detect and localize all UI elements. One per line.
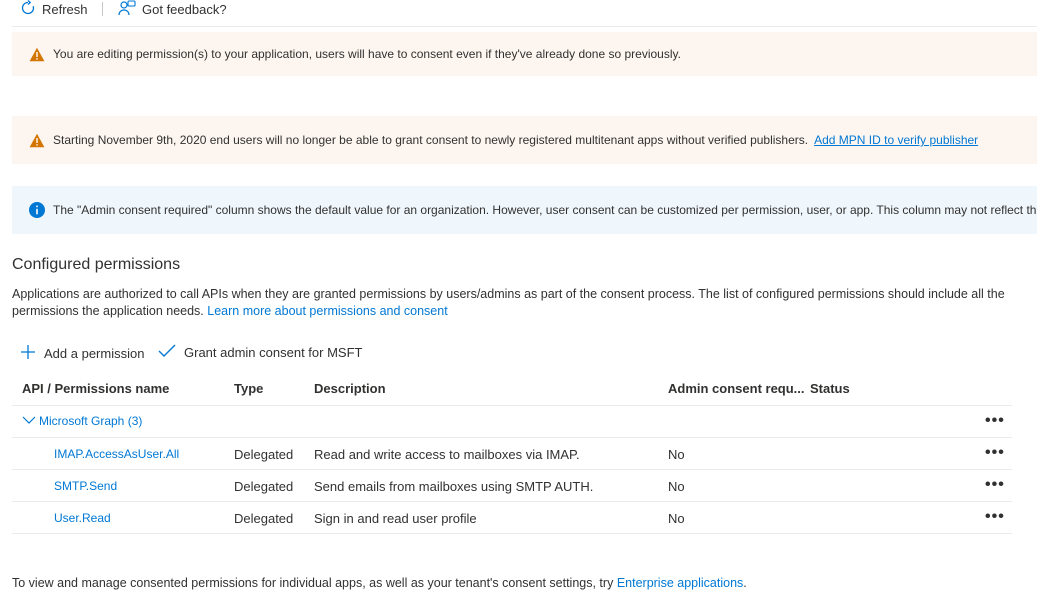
toolbar-divider	[102, 2, 103, 16]
info-icon	[29, 202, 45, 218]
warning-icon	[29, 47, 45, 62]
editing-warning-banner: You are editing permission(s) to your ap…	[12, 32, 1037, 76]
column-header-api[interactable]: API / Permissions name	[22, 381, 169, 396]
info-text: The "Admin consent required" column show…	[53, 203, 1037, 217]
grant-admin-consent-label: Grant admin consent for MSFT	[184, 345, 363, 360]
permission-name-link[interactable]: IMAP.AccessAsUser.All	[54, 447, 179, 461]
row-divider	[12, 533, 1012, 534]
more-options-icon[interactable]: •••	[985, 413, 1005, 429]
add-permission-label: Add a permission	[44, 346, 145, 361]
column-header-admin-consent[interactable]: Admin consent requ...	[668, 381, 805, 396]
admin-consent-value: No	[668, 511, 685, 526]
refresh-icon	[20, 0, 36, 19]
checkmark-icon	[158, 344, 176, 361]
add-permission-button[interactable]: Add a permission	[20, 344, 144, 363]
row-divider	[12, 501, 1012, 502]
refresh-label: Refresh	[42, 2, 88, 17]
admin-consent-value: No	[668, 479, 685, 494]
row-divider	[12, 469, 1012, 470]
column-header-status[interactable]: Status	[810, 381, 850, 396]
more-options-icon[interactable]: •••	[985, 445, 1005, 461]
footer-text: To view and manage consented permissions…	[12, 576, 614, 590]
feedback-label: Got feedback?	[142, 2, 227, 17]
permission-type: Delegated	[234, 447, 294, 462]
more-options-icon[interactable]: •••	[985, 477, 1005, 493]
permission-name-link[interactable]: User.Read	[54, 511, 111, 525]
section-description: Applications are authorized to call APIs…	[12, 286, 1012, 320]
toolbar-divider-line	[12, 26, 1037, 27]
publisher-warning-banner: Starting November 9th, 2020 end users wi…	[12, 116, 1037, 164]
add-mpn-id-link[interactable]: Add MPN ID to verify publisher	[814, 133, 978, 147]
admin-consent-value: No	[668, 447, 685, 462]
more-options-icon[interactable]: •••	[985, 509, 1005, 525]
column-header-description[interactable]: Description	[314, 381, 386, 396]
section-description-text: Applications are authorized to call APIs…	[12, 287, 1005, 318]
permission-description: Sign in and read user profile	[314, 511, 477, 526]
section-title: Configured permissions	[12, 256, 181, 273]
header-divider	[12, 405, 1012, 406]
permission-type: Delegated	[234, 479, 294, 494]
row-divider	[12, 437, 1012, 438]
footer-period: .	[743, 576, 747, 590]
plus-icon	[20, 344, 36, 363]
permission-name-link[interactable]: SMTP.Send	[54, 479, 117, 493]
enterprise-applications-link[interactable]: Enterprise applications	[617, 576, 743, 590]
refresh-button[interactable]: Refresh	[20, 0, 88, 19]
warning-icon	[29, 133, 45, 148]
chevron-down-icon	[22, 414, 36, 428]
permission-description: Send emails from mailboxes using SMTP AU…	[314, 479, 594, 494]
column-header-type[interactable]: Type	[234, 381, 263, 396]
permission-description: Read and write access to mailboxes via I…	[314, 447, 580, 462]
group-label: Microsoft Graph (3)	[39, 414, 143, 428]
permission-type: Delegated	[234, 511, 294, 526]
command-bar: Refresh Got feedback?	[0, 0, 1037, 20]
feedback-button[interactable]: Got feedback?	[118, 0, 227, 19]
feedback-icon	[118, 0, 136, 19]
publisher-warning-text: Starting November 9th, 2020 end users wi…	[53, 133, 809, 147]
editing-warning-text: You are editing permission(s) to your ap…	[53, 47, 681, 61]
group-microsoft-graph[interactable]: Microsoft Graph (3)	[22, 414, 142, 428]
footer-note: To view and manage consented permissions…	[12, 576, 747, 590]
info-banner: The "Admin consent required" column show…	[12, 186, 1037, 234]
grant-admin-consent-button[interactable]: Grant admin consent for MSFT	[158, 344, 362, 361]
learn-more-link[interactable]: Learn more about permissions and consent	[207, 304, 447, 318]
